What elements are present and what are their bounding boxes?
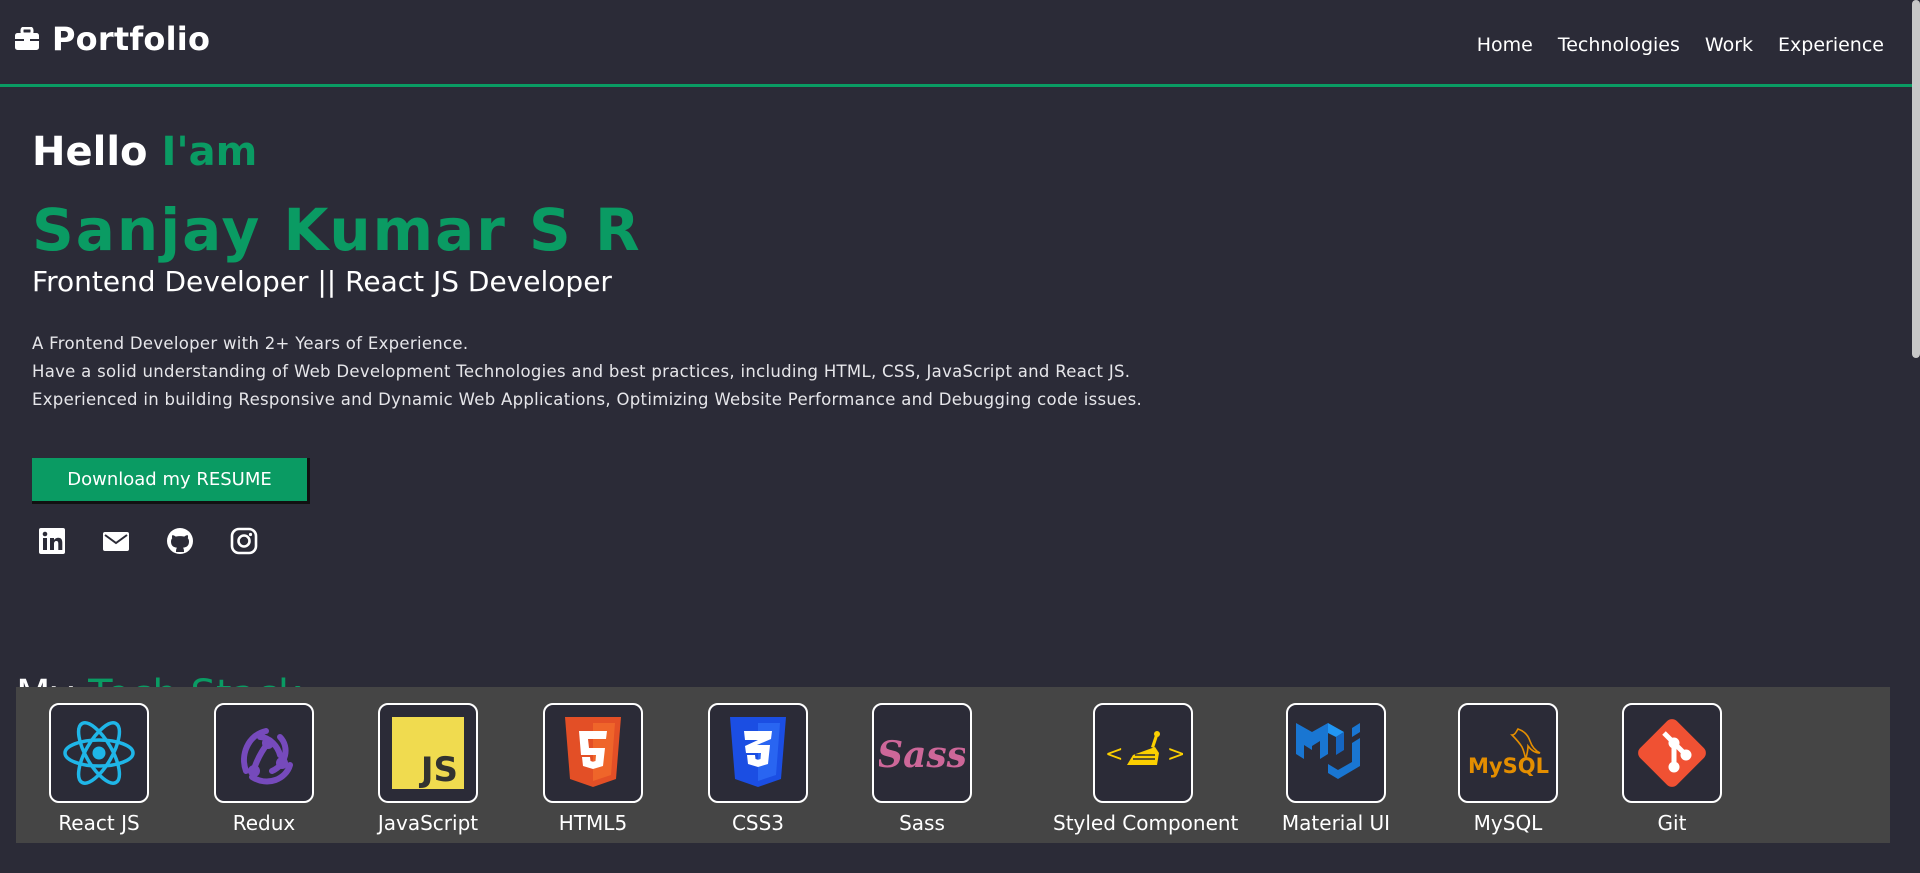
html5-icon — [565, 717, 621, 787]
tech-logo-box: Sass — [872, 703, 972, 803]
tech-logo-box — [708, 703, 808, 803]
git-icon — [1638, 719, 1706, 787]
nav-item-technologies[interactable]: Technologies — [1558, 34, 1680, 56]
tech-label: Styled Component — [1053, 811, 1239, 835]
linkedin-icon[interactable] — [38, 527, 66, 555]
tech-label: Redux — [232, 811, 296, 835]
tech-label: Git — [1657, 811, 1687, 835]
brand[interactable]: Portfolio — [14, 20, 210, 58]
tech-item-html5: HTML5 — [523, 703, 663, 835]
scrollbar-thumb[interactable] — [1912, 0, 1920, 358]
svg-text:MySQL: MySQL — [1468, 754, 1549, 778]
nav-menu: Home Technologies Work Experience — [1477, 34, 1884, 56]
social-links — [38, 527, 258, 555]
tech-logo-box: JS — [378, 703, 478, 803]
react-icon — [63, 721, 135, 785]
bio-line: A Frontend Developer with 2+ Years of Ex… — [32, 334, 469, 353]
mysql-icon: MySQL — [1468, 728, 1549, 778]
tech-label: JavaScript — [377, 811, 479, 835]
tech-item-styled-components: < > Styled Component — [1053, 703, 1239, 835]
javascript-icon: JS — [392, 717, 464, 789]
svg-text:JS: JS — [419, 750, 458, 789]
briefcase-icon — [15, 27, 39, 50]
tech-item-redux: Redux — [194, 703, 334, 835]
greeting-accent: I'am — [161, 129, 258, 175]
tech-logo-box — [543, 703, 643, 803]
nav-item-experience[interactable]: Experience — [1778, 34, 1884, 56]
tech-logo-box — [49, 703, 149, 803]
bio-line: Experienced in building Responsive and D… — [32, 390, 1143, 409]
instagram-icon[interactable] — [230, 527, 258, 555]
github-icon[interactable] — [166, 527, 194, 555]
tech-stack-panel: React JS Redux JS JavaScript HTML5 CSS3 … — [16, 687, 1890, 843]
tech-label: React JS — [58, 811, 140, 835]
css3-icon — [730, 717, 786, 787]
hero-bio: A Frontend Developer with 2+ Years of Ex… — [32, 330, 1142, 414]
svg-text:Sass: Sass — [879, 734, 965, 776]
tech-label: CSS3 — [731, 811, 785, 835]
tech-label: Sass — [899, 811, 945, 835]
tech-logo-box — [1286, 703, 1386, 803]
email-icon[interactable] — [102, 527, 130, 555]
redux-icon — [241, 728, 293, 785]
hero-role: Frontend Developer || React JS Developer — [32, 265, 612, 298]
nav-item-work[interactable]: Work — [1705, 34, 1753, 56]
svg-text:<: < — [1105, 742, 1123, 767]
scrollbar-track[interactable] — [1912, 0, 1920, 873]
sass-icon: Sass — [879, 734, 965, 776]
greeting: Hello I'am — [32, 128, 1142, 176]
tech-label: MySQL — [1473, 811, 1543, 835]
tech-item-mysql: MySQL MySQL — [1438, 703, 1578, 835]
tech-label: Material UI — [1281, 811, 1391, 835]
nav-item-home[interactable]: Home — [1477, 34, 1533, 56]
tech-logo-box: < > — [1093, 703, 1193, 803]
styled-components-icon: < > — [1105, 731, 1183, 767]
tech-item-javascript: JS JavaScript — [358, 703, 498, 835]
svg-text:>: > — [1167, 742, 1183, 767]
tech-logo-box — [214, 703, 314, 803]
tech-item-css3: CSS3 — [688, 703, 828, 835]
tech-logo-box: MySQL — [1458, 703, 1558, 803]
tech-label: HTML5 — [558, 811, 628, 835]
greeting-prefix: Hello — [32, 129, 148, 175]
tech-item-react: React JS — [29, 703, 169, 835]
hero-name: Sanjay Kumar S R — [32, 196, 642, 264]
navbar: Portfolio Home Technologies Work Experie… — [0, 0, 1912, 87]
tech-item-sass: Sass Sass — [852, 703, 992, 835]
brand-title: Portfolio — [52, 20, 211, 58]
hero-section: Hello I'am Sanjay Kumar S R Frontend Dev… — [32, 128, 1142, 414]
material-ui-icon — [1296, 723, 1360, 779]
tech-item-git: Git — [1602, 703, 1742, 835]
tech-logo-box — [1622, 703, 1722, 803]
bio-line: Have a solid understanding of Web Develo… — [32, 362, 1131, 381]
tech-item-material-ui: Material UI — [1266, 703, 1406, 835]
download-resume-button[interactable]: Download my RESUME — [32, 458, 310, 504]
